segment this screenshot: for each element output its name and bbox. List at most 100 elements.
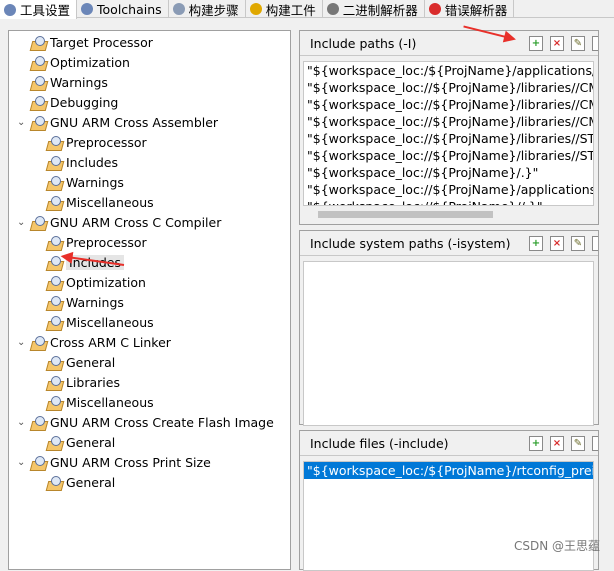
horizontal-scrollbar[interactable] [318,211,493,218]
edit-icon[interactable]: ✎ [571,436,585,451]
section-header: Include paths (-I) + × ✎ [300,31,598,56]
tab-label: 构建步骤 [188,2,239,18]
section-title: Include system paths (-isystem) [310,235,511,251]
tool-option-icon [30,335,46,350]
tab-tool-settings[interactable]: 工具设置 [0,0,78,19]
delete-icon[interactable]: × [550,236,564,251]
tree-item[interactable]: Preprocessor [46,133,147,152]
tree-item[interactable]: General [46,353,115,372]
tool-option-icon [46,175,62,190]
delete-icon[interactable]: × [550,36,564,51]
move-up-icon[interactable] [592,436,598,451]
tab-label: 错误解析器 [444,2,508,18]
list-item[interactable]: "${workspace_loc://${ProjName}//.}" [304,198,593,205]
tree-item-label: Miscellaneous [66,195,154,210]
toolchains-icon [81,3,94,15]
list-item[interactable]: "${workspace_loc://${ProjName}/libraries… [304,113,593,130]
tool-option-icon [46,395,62,410]
tab-label: Toolchains [97,1,162,17]
tree-item[interactable]: Debugging [30,93,118,112]
edit-icon[interactable]: ✎ [571,36,585,51]
includes-panel: Include paths (-I) + × ✎ "${workspace_loc:… [299,30,599,571]
list-item[interactable]: "${workspace_loc:/${ProjName}/rtconfig_p… [304,462,593,479]
list-item[interactable]: "${workspace_loc://${ProjName}/libraries… [304,147,593,164]
tree-item-label: General [66,355,116,370]
add-icon[interactable]: + [529,436,543,451]
include-list[interactable] [303,261,594,426]
tree-item[interactable]: Includes [46,153,118,172]
tree-item-label: Preprocessor [66,135,147,150]
tree-item[interactable]: Warnings [30,73,108,92]
chevron-down-icon[interactable]: ⌄ [17,337,27,348]
list-item[interactable]: "${workspace_loc://${ProjName}/libraries… [304,130,593,147]
chevron-down-icon[interactable]: ⌄ [17,457,27,468]
watermark: CSDN @王思蕴 [513,539,600,553]
tree-item-label: Includes [66,155,119,170]
tree-item[interactable]: ⌄ GNU ARM Cross Create Flash Image [17,413,274,432]
tree-item[interactable]: General [46,473,115,492]
tree-item-label: Warnings [66,295,124,310]
add-icon[interactable]: + [529,236,543,251]
tree-item[interactable]: ⌄ GNU ARM Cross Assembler [17,113,218,132]
list-item[interactable]: "${workspace_loc://${ProjName}/libraries… [304,79,593,96]
tree-item[interactable]: Warnings [46,293,124,312]
tab-build-steps[interactable]: 构建步骤 [169,0,246,18]
binary-parser-icon [326,3,339,15]
tool-option-icon [46,295,62,310]
tree-item-label: Warnings [66,175,124,190]
list-item[interactable]: "${workspace_loc://${ProjName}/.}" [304,164,593,181]
tool-option-icon [46,315,62,330]
tree-item[interactable]: ⌄ GNU ARM Cross C Compiler [17,213,221,232]
tool-option-icon [30,215,46,230]
tab-toolchains[interactable]: Toolchains [77,0,169,18]
build-steps-icon [172,3,185,15]
tool-option-icon [30,415,46,430]
move-up-icon[interactable] [592,36,598,51]
build-artifact-icon [249,3,262,15]
chevron-down-icon[interactable]: ⌄ [17,217,27,228]
tool-option-icon [30,455,46,470]
tree-item[interactable]: Miscellaneous [46,313,154,332]
tree-item[interactable]: ⌄ GNU ARM Cross Print Size [17,453,211,472]
tree-item-label: Target Processor [50,35,153,50]
tab-label: 工具设置 [20,3,71,18]
tool-option-icon [46,475,62,490]
tree-item[interactable]: General [46,433,115,452]
tree-item[interactable]: ⌄ Cross ARM C Linker [17,333,171,352]
list-item[interactable]: "${workspace_loc:/${ProjName}/applicatio… [304,62,593,79]
chevron-down-icon[interactable]: ⌄ [17,417,27,428]
list-item[interactable]: "${workspace_loc://${ProjName}/applicati… [304,181,593,198]
error-parser-icon [428,3,441,15]
settings-tree[interactable]: Target Processor Optimization Warnings Debu… [8,30,291,570]
tree-item-label: General [66,475,116,490]
chevron-down-icon[interactable]: ⌄ [17,117,27,128]
move-up-icon[interactable] [592,236,598,251]
tool-option-icon [46,355,62,370]
tab-build-artifact[interactable]: 构建工件 [246,0,323,18]
tool-option-icon [46,275,62,290]
tree-item[interactable]: Miscellaneous [46,193,154,212]
list-item[interactable]: "${workspace_loc://${ProjName}/libraries… [304,96,593,113]
section-title: Include paths (-I) [310,35,417,51]
tool-option-icon [30,75,46,90]
tab-binary-parser[interactable]: 二进制解析器 [323,0,425,18]
tool-option-icon [30,95,46,110]
edit-icon[interactable]: ✎ [571,236,585,251]
tool-option-icon [46,235,62,250]
tree-item[interactable]: Target Processor [30,33,153,52]
tree-item-label: Optimization [50,55,130,70]
delete-icon[interactable]: × [550,436,564,451]
tree-item[interactable]: Optimization [46,273,146,292]
tab-error-parser[interactable]: 错误解析器 [425,0,515,18]
tree-item-label: GNU ARM Cross Print Size [50,455,211,470]
add-icon[interactable]: + [529,36,543,51]
tree-item[interactable]: Optimization [30,53,130,72]
tree-item[interactable]: Libraries [46,373,120,392]
section-header: Include files (-include) + × ✎ [300,431,598,456]
tree-item[interactable]: Miscellaneous [46,393,154,412]
include-list[interactable]: "${workspace_loc:/${ProjName}/applicatio… [303,61,594,206]
tree-item[interactable]: Warnings [46,173,124,192]
include-list[interactable]: "${workspace_loc:/${ProjName}/rtconfig_p… [303,461,594,571]
tree-item-label: Preprocessor [66,235,147,250]
tab-label: 二进制解析器 [342,2,418,18]
